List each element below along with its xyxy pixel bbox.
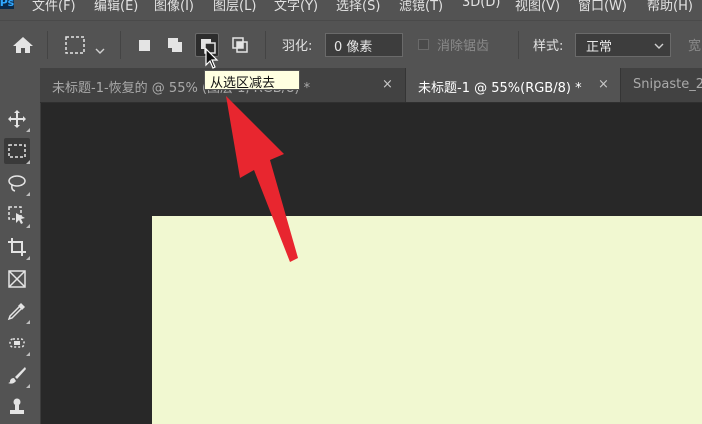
tooltip: 从选区减去	[204, 70, 300, 91]
annotation-arrow-icon	[226, 96, 298, 262]
mouse-pointer-icon	[205, 48, 219, 69]
